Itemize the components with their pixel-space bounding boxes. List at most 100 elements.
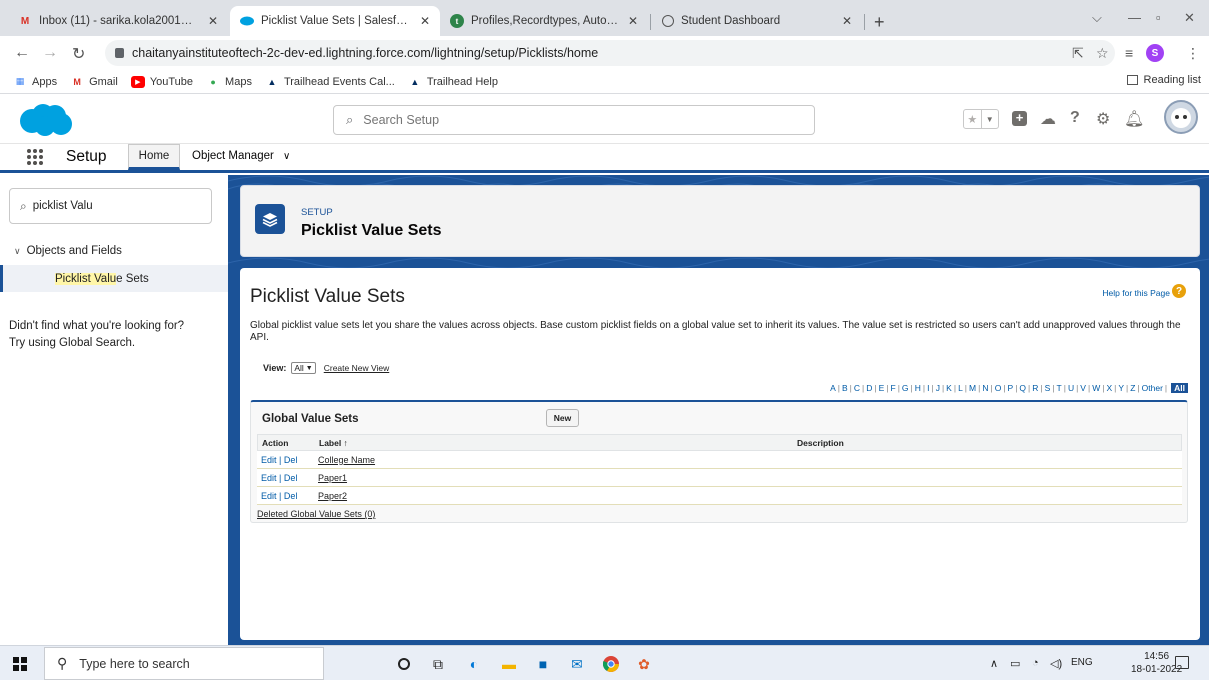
value-set-link[interactable]: College Name [318, 455, 375, 465]
browser-menu-icon[interactable]: ⋮ [1186, 45, 1200, 62]
alphabet-filter-letter[interactable]: S [1045, 383, 1051, 393]
bookmark-star-icon[interactable]: ☆ [1096, 45, 1109, 62]
alphabet-filter-letter[interactable]: O [995, 383, 1002, 393]
close-icon[interactable]: ✕ [842, 14, 852, 28]
delete-link[interactable]: Del [284, 491, 298, 501]
edit-link[interactable]: Edit [261, 473, 277, 483]
quick-find-input[interactable] [32, 200, 203, 212]
alphabet-filter-letter[interactable]: E [879, 383, 885, 393]
alphabet-filter-letter[interactable]: F [890, 383, 895, 393]
new-button[interactable]: New [546, 409, 579, 427]
reading-list[interactable]: Reading list [1126, 74, 1201, 86]
alphabet-filter-letter[interactable]: B [842, 383, 848, 393]
edit-link[interactable]: Edit [261, 491, 277, 501]
new-tab-icon[interactable]: + [874, 12, 885, 33]
reading-mode-icon[interactable]: ≡ [1125, 45, 1133, 61]
notifications-bell-icon[interactable]: 🔔︎ [1124, 109, 1144, 129]
sidebar-item-picklist-value-sets[interactable]: Picklist Valu e Sets [0, 265, 228, 292]
alphabet-filter-letter[interactable]: G [902, 383, 909, 393]
window-close-icon[interactable]: ✕ [1184, 10, 1195, 26]
alphabet-filter-letter[interactable]: X [1106, 383, 1112, 393]
user-avatar[interactable] [1164, 100, 1198, 134]
bookmark-trailhead-help[interactable]: ▲ Trailhead Help [408, 76, 498, 88]
minimize-icon[interactable]: — [1128, 10, 1141, 25]
nav-tab-home[interactable]: Home [128, 144, 180, 170]
alphabet-filter-letter[interactable]: D [866, 383, 872, 393]
alphabet-filter-all[interactable]: All [1171, 383, 1188, 393]
alphabet-filter-letter[interactable]: L [958, 383, 963, 393]
alphabet-filter-letter[interactable]: W [1092, 383, 1100, 393]
forward-icon[interactable]: → [42, 44, 58, 62]
salesforce-logo[interactable] [17, 103, 73, 137]
alphabet-filter-letter[interactable]: K [946, 383, 952, 393]
help-question-icon[interactable]: ? [1172, 284, 1186, 298]
url-field[interactable]: chaitanyainstituteoftech-2c-dev-ed.light… [105, 40, 1115, 66]
share-icon[interactable]: ⇱ [1072, 45, 1084, 62]
tab-trailhead[interactable]: t Profiles,Recordtypes, Automatio ✕ [440, 6, 648, 36]
edit-link[interactable]: Edit [261, 455, 277, 465]
nav-tab-object-manager[interactable]: Object Manager ∨ [192, 150, 290, 162]
value-set-link[interactable]: Paper2 [318, 491, 347, 501]
alphabet-filter-letter[interactable]: V [1080, 383, 1086, 393]
cortana-icon[interactable] [394, 654, 414, 674]
language-indicator[interactable]: ENG [1071, 657, 1093, 668]
alphabet-filter-letter[interactable]: R [1032, 383, 1038, 393]
help-for-page-link[interactable]: Help for this Page [1102, 288, 1170, 298]
alphabet-filter-letter[interactable]: Z [1130, 383, 1135, 393]
alphabet-filter-letter[interactable]: C [854, 383, 860, 393]
chrome-icon[interactable] [601, 654, 621, 674]
setup-search-input[interactable] [363, 113, 764, 127]
alphabet-filter-letter[interactable]: T [1057, 383, 1062, 393]
help-icon[interactable]: ? [1070, 109, 1080, 127]
column-header-label[interactable]: Label ↑ [319, 438, 797, 448]
deleted-value-sets-link[interactable]: Deleted Global Value Sets (0) [257, 509, 375, 519]
windows-start-icon[interactable] [13, 657, 27, 671]
bookmark-youtube[interactable]: ▶ YouTube [130, 75, 193, 88]
value-set-link[interactable]: Paper1 [318, 473, 347, 483]
delete-link[interactable]: Del [284, 473, 298, 483]
tab-student-dashboard[interactable]: Student Dashboard ✕ [652, 6, 862, 36]
tree-section-objects-and-fields[interactable]: ∨ Objects and Fields [14, 245, 122, 257]
alphabet-filter-letter[interactable]: U [1068, 383, 1074, 393]
profile-avatar[interactable]: S [1146, 44, 1164, 62]
create-new-view-link[interactable]: Create New View [324, 363, 390, 373]
view-select[interactable]: All ▼ [291, 362, 316, 374]
bookmark-apps[interactable]: ▦ Apps [13, 76, 57, 88]
alphabet-filter-letter[interactable]: I [927, 383, 929, 393]
bookmark-trailhead-events[interactable]: ▲ Trailhead Events Cal... [265, 76, 394, 88]
alphabet-filter-letter[interactable]: Other [1142, 383, 1163, 393]
close-icon[interactable]: ✕ [208, 14, 218, 28]
alphabet-filter-letter[interactable]: H [915, 383, 921, 393]
reload-icon[interactable]: ↻ [72, 44, 85, 64]
global-actions-icon[interactable]: + [1012, 109, 1027, 127]
close-icon[interactable]: ✕ [628, 14, 638, 28]
app-launcher-icon[interactable] [27, 149, 43, 165]
store-icon[interactable]: ■ [533, 654, 553, 674]
alphabet-filter-letter[interactable]: A [830, 383, 836, 393]
edge-icon[interactable]: ◐ [464, 654, 484, 674]
back-icon[interactable]: ← [14, 44, 30, 62]
task-view-icon[interactable]: ⧉ [428, 654, 448, 674]
alphabet-filter-letter[interactable]: Q [1019, 383, 1026, 393]
alphabet-filter-letter[interactable]: P [1008, 383, 1014, 393]
show-hidden-icons-icon[interactable]: ∧ [990, 657, 998, 670]
setup-search[interactable]: ⌕ [333, 105, 815, 135]
wifi-icon[interactable]: ◔ [1032, 657, 1039, 669]
alphabet-filter-letter[interactable]: N [982, 383, 988, 393]
trailhead-guidance-icon[interactable]: ☁ [1040, 109, 1056, 129]
volume-icon[interactable]: ◁) [1050, 657, 1062, 670]
quick-find-box[interactable]: ⌕ [9, 188, 212, 224]
alphabet-filter-letter[interactable]: Y [1118, 383, 1124, 393]
favorites-button[interactable]: ★ ▼ [963, 109, 999, 129]
bookmark-gmail[interactable]: M Gmail [70, 76, 117, 88]
restore-icon[interactable]: ▫ [1156, 10, 1161, 25]
tab-search-icon[interactable]: ⌵ [1092, 10, 1102, 26]
battery-icon[interactable]: ▭ [1010, 657, 1020, 670]
alphabet-filter-letter[interactable]: J [936, 383, 940, 393]
delete-link[interactable]: Del [284, 455, 298, 465]
tab-gmail[interactable]: M Inbox (11) - sarika.kola2001@gm ✕ [8, 6, 228, 36]
mail-icon[interactable]: ✉ [567, 654, 587, 674]
paint-icon[interactable]: ✿ [634, 654, 654, 674]
alphabet-filter-letter[interactable]: M [969, 383, 976, 393]
taskbar-search[interactable]: ⚲ Type here to search [44, 647, 324, 680]
